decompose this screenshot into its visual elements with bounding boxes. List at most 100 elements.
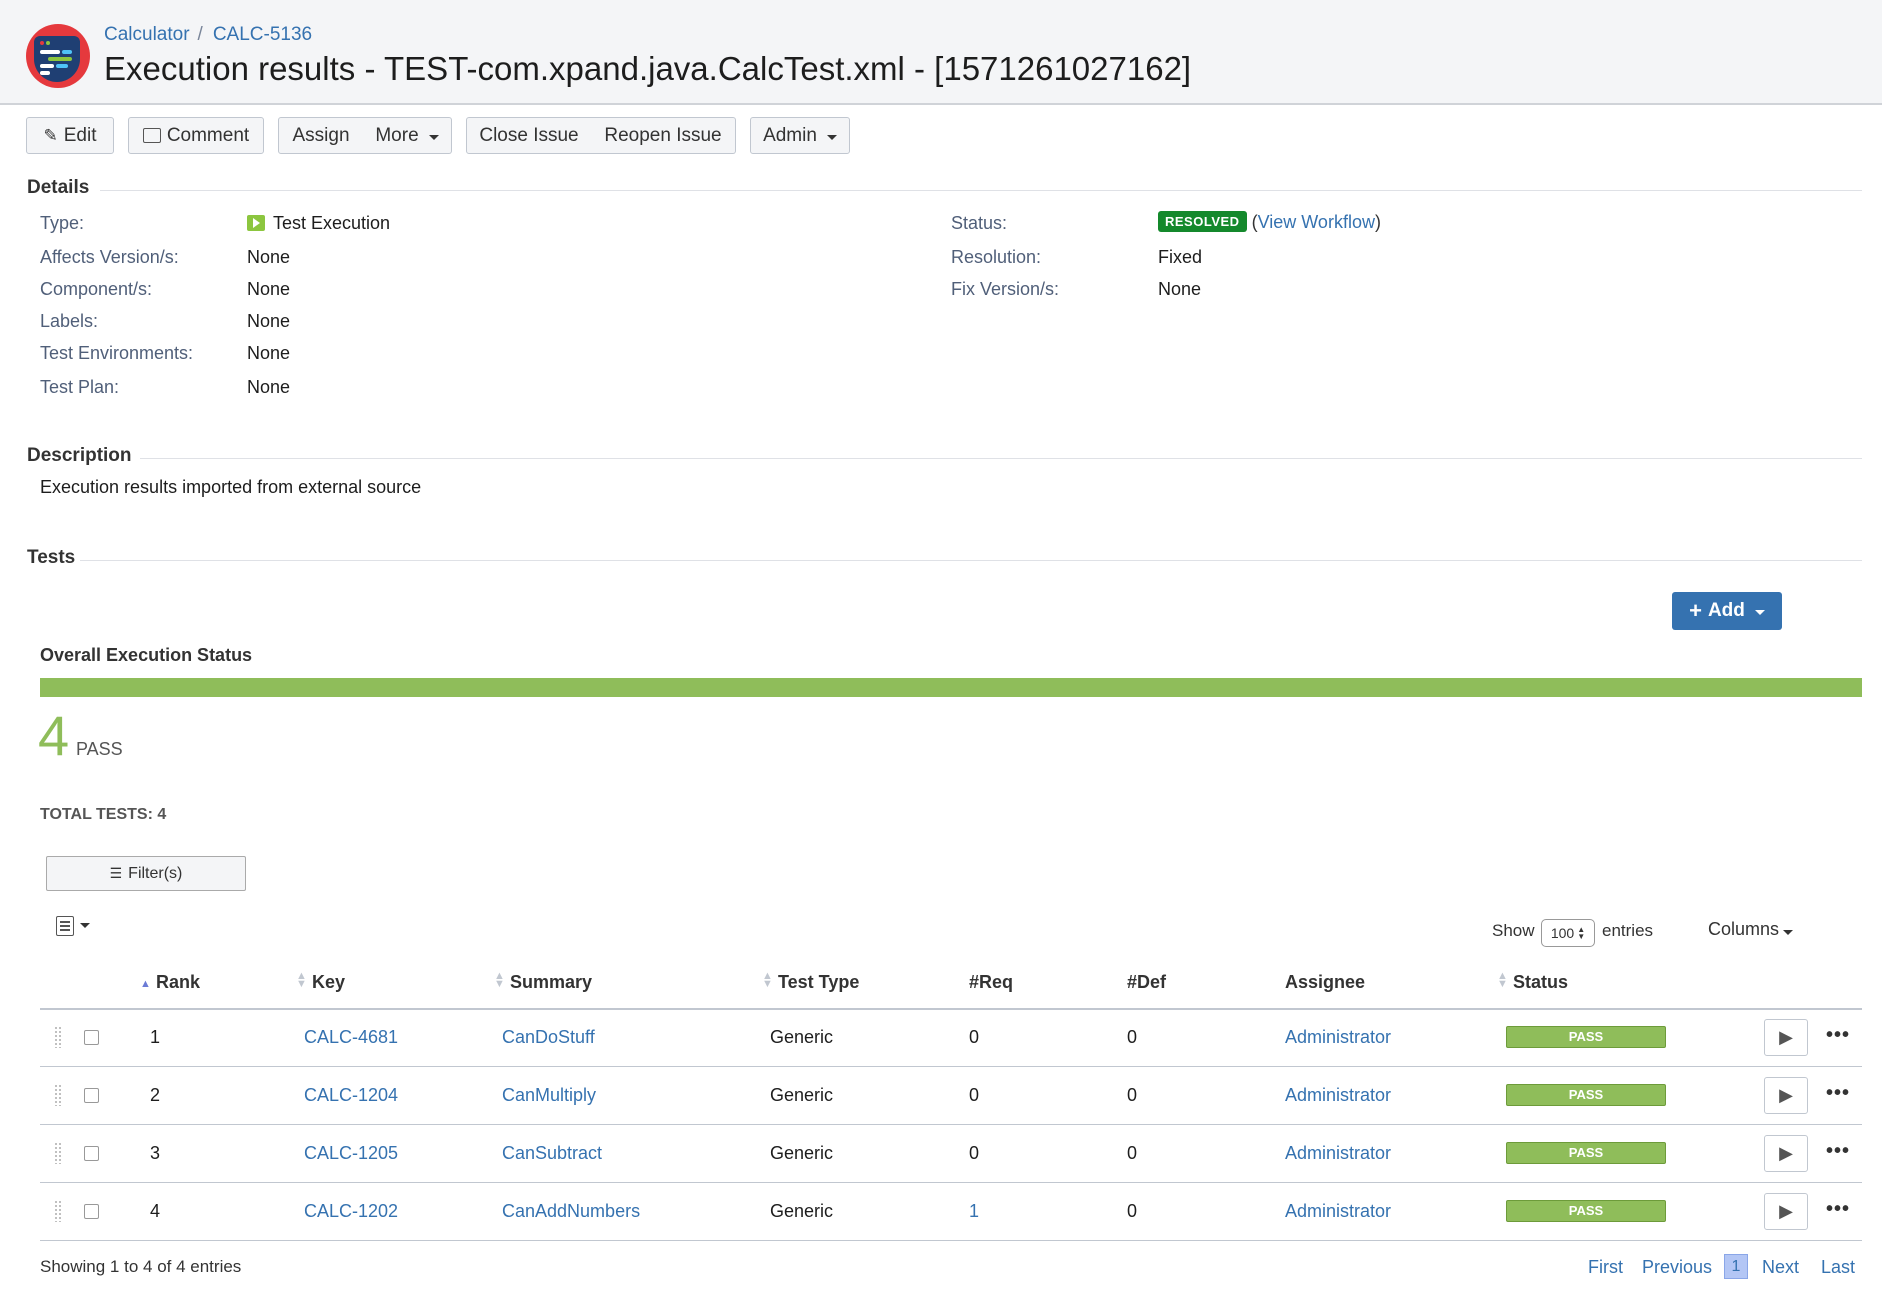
- status-header-label: Status: [1513, 972, 1569, 992]
- column-header-def[interactable]: #Def: [1127, 972, 1166, 993]
- columns-dropdown[interactable]: Columns: [1708, 919, 1794, 940]
- more-dropdown-button[interactable]: More: [363, 117, 452, 154]
- execute-test-play-icon[interactable]: ▶: [1764, 1193, 1808, 1230]
- row-key-link[interactable]: CALC-1204: [304, 1085, 398, 1106]
- status-label: Status:: [951, 213, 1008, 233]
- affects-versions-label: Affects Version/s:: [40, 247, 179, 267]
- row-checkbox[interactable]: [84, 1204, 99, 1219]
- execute-test-play-icon[interactable]: ▶: [1764, 1135, 1808, 1172]
- sort-asc-icon: ▲: [140, 978, 151, 990]
- details-divider: [100, 190, 1862, 191]
- row-assignee-link[interactable]: Administrator: [1285, 1027, 1391, 1048]
- row-req-count: 0: [969, 1027, 980, 1047]
- total-tests: TOTAL TESTS: 4: [40, 806, 167, 823]
- type-value: Test Execution: [247, 213, 390, 234]
- drag-handle-icon[interactable]: [54, 1084, 62, 1106]
- description-heading: Description: [27, 445, 132, 466]
- row-assignee-link[interactable]: Administrator: [1285, 1143, 1391, 1164]
- comment-button[interactable]: Comment: [128, 117, 264, 154]
- drag-handle-icon[interactable]: [54, 1142, 62, 1164]
- close-issue-button[interactable]: Close Issue: [466, 117, 592, 154]
- drag-handle-icon[interactable]: [54, 1026, 62, 1048]
- row-summary-link[interactable]: CanDoStuff: [502, 1027, 595, 1048]
- bulk-actions-icon[interactable]: [56, 916, 94, 938]
- row-assignee-link[interactable]: Administrator: [1285, 1201, 1391, 1222]
- overall-status-heading: Overall Execution Status: [40, 645, 253, 665]
- row-checkbox[interactable]: [84, 1146, 99, 1161]
- pagination-current-page[interactable]: 1: [1724, 1254, 1748, 1279]
- execute-test-play-icon[interactable]: ▶: [1764, 1077, 1808, 1114]
- column-header-summary[interactable]: ▲ ▼ Summary: [494, 971, 592, 993]
- row-summary-link[interactable]: CanMultiply: [502, 1085, 596, 1106]
- row-checkbox[interactable]: [84, 1088, 99, 1103]
- details-heading: Details: [27, 177, 90, 198]
- sort-icon: ▲ ▼: [1497, 970, 1508, 990]
- tests-heading: Tests: [27, 547, 76, 568]
- filter-icon: ☰: [109, 865, 123, 881]
- pagination-first[interactable]: First: [1588, 1257, 1623, 1278]
- column-header-status[interactable]: ▲ ▼ Status: [1497, 970, 1569, 993]
- chevron-down-icon: [428, 134, 439, 140]
- row-actions-more-icon[interactable]: •••: [1826, 1140, 1850, 1163]
- row-key-link[interactable]: CALC-4681: [304, 1027, 398, 1048]
- showing-entries-text: Showing 1 to 4 of 4 entries: [40, 1257, 242, 1276]
- column-header-req[interactable]: #Req: [969, 972, 1013, 993]
- row-actions-more-icon[interactable]: •••: [1826, 1198, 1850, 1221]
- components-label: Component/s:: [40, 279, 153, 299]
- row-test-type: Generic: [770, 1201, 834, 1221]
- row-actions-more-icon[interactable]: •••: [1826, 1024, 1850, 1047]
- breadcrumb-issue-link[interactable]: CALC-5136: [213, 24, 312, 45]
- row-summary-link[interactable]: CanSubtract: [502, 1143, 602, 1164]
- status-badge: RESOLVED: [1158, 211, 1247, 232]
- description-divider: [140, 458, 1862, 459]
- admin-dropdown-button[interactable]: Admin: [750, 117, 850, 154]
- row-def-count: 0: [1127, 1201, 1138, 1221]
- issue-header: Calculator / CALC-5136 Execution results -…: [0, 0, 1882, 105]
- row-req-count-link[interactable]: 1: [969, 1201, 979, 1222]
- show-label: Show: [1492, 921, 1535, 940]
- assign-button[interactable]: Assign: [278, 117, 364, 154]
- row-assignee-link[interactable]: Administrator: [1285, 1085, 1391, 1106]
- pagination-previous[interactable]: Previous: [1642, 1257, 1712, 1278]
- test-environments-label: Test Environments:: [40, 343, 194, 363]
- pagination-last[interactable]: Last: [1821, 1257, 1855, 1278]
- filters-button[interactable]: ☰ Filter(s): [46, 856, 246, 891]
- add-tests-button[interactable]: + Add: [1672, 592, 1782, 630]
- edit-button[interactable]: ✎ Edit: [26, 117, 114, 154]
- table-bottom-divider: [40, 1240, 1862, 1241]
- view-workflow-link[interactable]: View Workflow: [1258, 212, 1375, 232]
- row-test-type: Generic: [770, 1085, 834, 1105]
- reopen-issue-button[interactable]: Reopen Issue: [591, 117, 736, 154]
- breadcrumb-separator: /: [197, 24, 203, 45]
- more-button-label: More: [375, 124, 419, 146]
- sort-icon: ▲ ▼: [762, 970, 773, 990]
- type-label: Type:: [40, 213, 85, 233]
- row-req-count: 0: [969, 1143, 980, 1163]
- row-key-link[interactable]: CALC-1205: [304, 1143, 398, 1164]
- execute-test-play-icon[interactable]: ▶: [1764, 1019, 1808, 1056]
- entries-label: entries: [1602, 921, 1654, 940]
- reopen-issue-label: Reopen Issue: [604, 124, 722, 146]
- row-checkbox[interactable]: [84, 1030, 99, 1045]
- labels-value: None: [247, 311, 291, 331]
- description-text: Execution results imported from external…: [40, 477, 422, 497]
- column-header-rank[interactable]: ▲ Rank: [140, 972, 200, 993]
- row-key-link[interactable]: CALC-1202: [304, 1201, 398, 1222]
- admin-button-label: Admin: [763, 124, 817, 146]
- row-divider: [40, 1124, 1862, 1125]
- row-actions-more-icon[interactable]: •••: [1826, 1082, 1850, 1105]
- column-header-assignee[interactable]: Assignee: [1285, 972, 1365, 993]
- row-divider: [40, 1182, 1862, 1183]
- row-status-badge: PASS: [1506, 1026, 1666, 1048]
- column-header-test-type[interactable]: ▲ ▼ Test Type: [762, 970, 859, 993]
- breadcrumb-project-link[interactable]: Calculator: [104, 24, 190, 45]
- pass-count: 4: [38, 704, 70, 767]
- drag-handle-icon[interactable]: [54, 1200, 62, 1222]
- edit-button-label: Edit: [63, 124, 97, 146]
- project-avatar-icon[interactable]: [26, 24, 90, 88]
- breadcrumb: Calculator / CALC-5136: [104, 24, 312, 46]
- column-header-key[interactable]: ▲ ▼ Key: [296, 971, 345, 993]
- pagination-next[interactable]: Next: [1762, 1257, 1799, 1278]
- page-size-select[interactable]: 100 ▲ ▼: [1541, 919, 1595, 947]
- row-summary-link[interactable]: CanAddNumbers: [502, 1201, 640, 1222]
